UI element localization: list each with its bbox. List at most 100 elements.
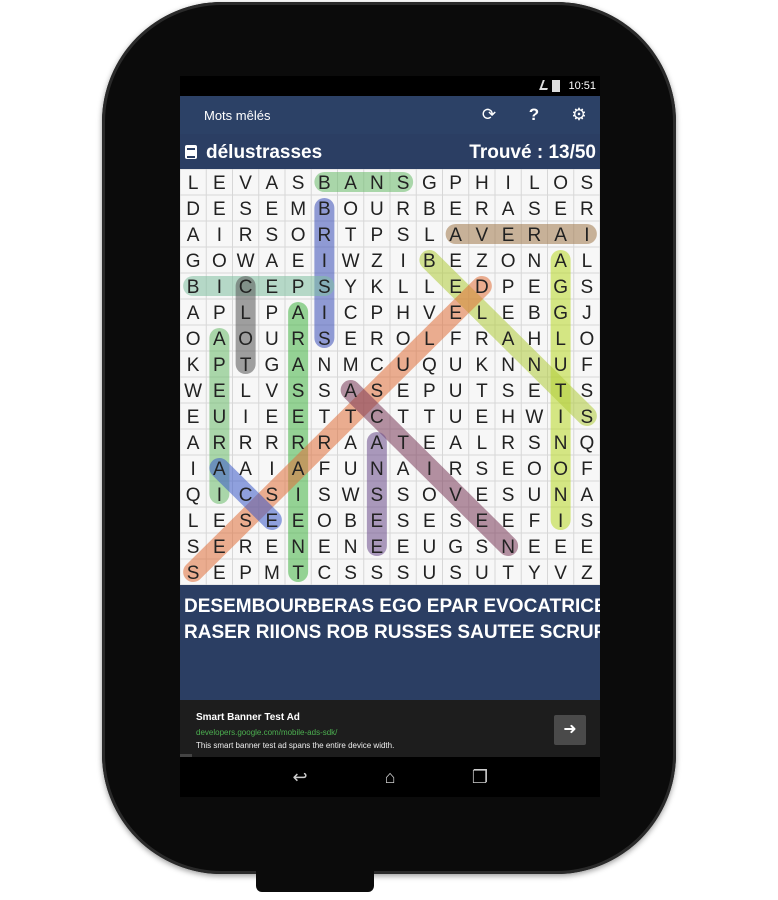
grid-letter[interactable]: L (582, 251, 593, 272)
grid-letter[interactable]: E (502, 225, 515, 246)
grid-letter[interactable]: E (449, 199, 462, 220)
grid-letter[interactable]: F (319, 459, 331, 480)
grid-letter[interactable]: E (528, 537, 541, 558)
grid-letter[interactable]: C (370, 355, 384, 376)
grid-letter[interactable]: R (528, 225, 542, 246)
grid-letter[interactable]: E (502, 303, 515, 324)
grid-letter[interactable]: V (476, 225, 489, 246)
grid-letter[interactable]: U (265, 329, 279, 350)
grid-letter[interactable]: L (188, 511, 199, 532)
grid-letter[interactable]: E (528, 381, 541, 402)
grid-letter[interactable]: E (476, 511, 489, 532)
grid-letter[interactable]: S (371, 563, 384, 584)
grid-letter[interactable]: I (295, 485, 300, 506)
grid-letter[interactable]: E (213, 563, 226, 584)
grid-letter[interactable]: B (528, 303, 541, 324)
grid-letter[interactable]: A (187, 225, 200, 246)
grid-letter[interactable]: I (322, 303, 327, 324)
grid-letter[interactable]: P (502, 277, 515, 298)
grid-letter[interactable]: I (190, 459, 195, 480)
grid-letter[interactable]: A (292, 355, 305, 376)
grid-letter[interactable]: P (371, 225, 384, 246)
grid-letter[interactable]: A (213, 459, 226, 480)
grid-letter[interactable]: C (239, 485, 253, 506)
grid-letter[interactable]: B (318, 199, 331, 220)
grid-letter[interactable]: P (292, 277, 305, 298)
grid-letter[interactable]: W (342, 485, 360, 506)
grid-letter[interactable]: S (502, 381, 515, 402)
grid-letter[interactable]: E (213, 199, 226, 220)
grid-letter[interactable]: W (184, 381, 202, 402)
grid-letter[interactable]: Q (186, 485, 201, 506)
grid-letter[interactable]: P (449, 173, 462, 194)
grid-letter[interactable]: R (239, 537, 253, 558)
grid-letter[interactable]: A (554, 251, 567, 272)
grid-letter[interactable]: S (371, 485, 384, 506)
grid-letter[interactable]: R (239, 433, 253, 454)
grid-letter[interactable]: S (449, 511, 462, 532)
grid-letter[interactable]: B (187, 277, 200, 298)
grid-letter[interactable]: E (502, 459, 515, 480)
grid-letter[interactable]: S (581, 277, 594, 298)
grid-letter[interactable]: N (318, 355, 332, 376)
dictionary-icon[interactable] (185, 145, 197, 159)
grid-letter[interactable]: N (554, 485, 568, 506)
grid-letter[interactable]: F (450, 329, 462, 350)
grid-letter[interactable]: A (239, 459, 252, 480)
grid-letter[interactable]: O (317, 511, 332, 532)
grid-letter[interactable]: E (266, 537, 279, 558)
grid-letter[interactable]: K (187, 355, 200, 376)
grid-letter[interactable]: T (345, 225, 357, 246)
grid-letter[interactable]: S (318, 277, 331, 298)
grid-letter[interactable]: B (423, 199, 436, 220)
grid-letter[interactable]: B (423, 251, 436, 272)
grid-letter[interactable]: A (449, 225, 462, 246)
grid-letter[interactable]: T (292, 563, 304, 584)
grid-letter[interactable]: S (397, 563, 410, 584)
grid-letter[interactable]: E (528, 277, 541, 298)
grid-letter[interactable]: S (397, 225, 410, 246)
grid-canvas[interactable]: L E V A S B A N S G P H I L O SD E S E M B O U R B E R A S E RA I R S O R T P… (180, 169, 600, 585)
grid-letter[interactable]: E (213, 537, 226, 558)
grid-letter[interactable]: C (370, 407, 384, 428)
grid-letter[interactable]: R (370, 329, 384, 350)
grid-letter[interactable]: E (292, 251, 305, 272)
grid-letter[interactable]: S (397, 485, 410, 506)
grid-letter[interactable]: G (448, 537, 463, 558)
grid-letter[interactable]: S (266, 485, 279, 506)
grid-letter[interactable]: N (370, 173, 384, 194)
settings-icon[interactable]: ⚙ (568, 104, 590, 126)
grid-letter[interactable]: K (371, 277, 384, 298)
grid-letter[interactable]: A (344, 433, 357, 454)
grid-letter[interactable]: I (505, 173, 510, 194)
grid-letter[interactable]: U (449, 355, 463, 376)
grid-letter[interactable]: R (291, 433, 305, 454)
grid-letter[interactable]: G (553, 303, 568, 324)
grid-letter[interactable]: M (264, 563, 280, 584)
grid-letter[interactable]: O (186, 329, 201, 350)
grid-letter[interactable]: A (213, 329, 226, 350)
grid-letter[interactable]: H (501, 407, 515, 428)
grid-letter[interactable]: L (398, 277, 409, 298)
home-icon[interactable]: ⌂ (370, 763, 410, 791)
grid-letter[interactable]: S (266, 225, 279, 246)
grid-letter[interactable]: W (525, 407, 543, 428)
grid-letter[interactable]: P (266, 303, 279, 324)
grid-letter[interactable]: Y (344, 277, 357, 298)
grid-letter[interactable]: S (318, 381, 331, 402)
grid-letter[interactable]: T (319, 407, 331, 428)
grid-letter[interactable]: I (558, 511, 563, 532)
grid-letter[interactable]: E (292, 511, 305, 532)
grid-letter[interactable]: O (527, 459, 542, 480)
grid-letter[interactable]: N (291, 537, 305, 558)
grid-letter[interactable]: O (343, 199, 358, 220)
grid-letter[interactable]: R (291, 329, 305, 350)
grid-letter[interactable]: S (581, 511, 594, 532)
grid-letter[interactable]: U (344, 459, 358, 480)
grid-letter[interactable]: E (449, 303, 462, 324)
grid-letter[interactable]: S (528, 433, 541, 454)
recent-apps-icon[interactable]: ❐ (460, 763, 500, 791)
grid-letter[interactable]: T (240, 355, 252, 376)
grid-letter[interactable]: W (342, 251, 360, 272)
grid-letter[interactable]: A (554, 225, 567, 246)
